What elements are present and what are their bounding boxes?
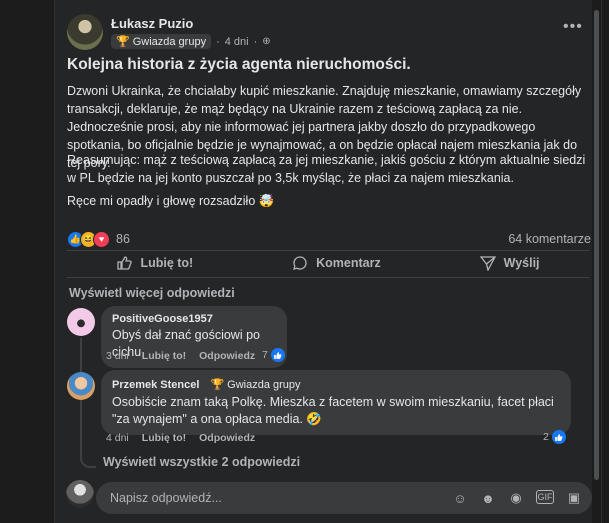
composer-tools: ☺ ☻ ◉ GIF ▣ <box>452 490 582 506</box>
more-options-icon[interactable]: ••• <box>563 18 583 36</box>
reaction-icons[interactable]: 👍 😆 ♥ <box>67 230 110 248</box>
reactions-summary: 👍 😆 ♥ 86 64 komentarze <box>67 230 591 248</box>
camera-icon[interactable]: ◉ <box>508 490 524 506</box>
author-avatar[interactable] <box>67 14 103 50</box>
separator-dot: · <box>216 35 220 48</box>
post-paragraph: Ręce mi opadły i głowę rozsadziło 🤯 <box>67 194 275 208</box>
thumbs-up-icon <box>551 430 566 444</box>
comment-actions: 3 dni Lubię to! Odpowiedz <box>106 350 255 362</box>
thread-curve <box>80 440 96 468</box>
privacy-globe-icon: ⊕ <box>262 36 271 47</box>
comment-time[interactable]: 3 dni <box>106 350 129 362</box>
thumbs-up-icon <box>117 256 133 270</box>
like-button[interactable]: Lubię to! <box>116 255 193 271</box>
like-count: 2 <box>543 431 549 443</box>
reply-composer: ☺ ☻ ◉ GIF ▣ <box>96 482 592 514</box>
post-time[interactable]: 4 dni <box>225 36 249 48</box>
scrollbar[interactable] <box>592 0 601 523</box>
commenter-avatar[interactable] <box>67 308 95 336</box>
badge-label: Gwiazda grupy <box>132 35 207 48</box>
comment-like-button[interactable]: Lubię to! <box>142 432 186 444</box>
post-title: Kolejna historia z życia agenta nierucho… <box>67 56 411 73</box>
commenter-avatar[interactable] <box>67 372 95 400</box>
share-label: Wyślij <box>503 256 540 270</box>
comment-time[interactable]: 4 dni <box>106 432 129 444</box>
commenter-name-row: Przemek Stencel 🏆 Gwiazda grupy <box>112 377 560 392</box>
separator-dot: · <box>253 35 258 48</box>
like-count: 7 <box>262 349 268 361</box>
top-fan-badge[interactable]: 🏆 Gwiazda grupy <box>205 377 306 392</box>
comment-count[interactable]: 64 komentarze <box>508 232 591 246</box>
comment-reply-button[interactable]: Odpowiedz <box>199 432 255 444</box>
top-fan-badge[interactable]: 🏆 Gwiazda grupy <box>111 34 212 49</box>
author-name[interactable]: Łukasz Puzio <box>111 16 193 31</box>
current-user-avatar[interactable] <box>66 480 94 508</box>
post-paragraph: Reasumując: mąż z teściową zapłacą za je… <box>67 153 586 185</box>
sticker-icon[interactable]: ▣ <box>566 490 582 506</box>
share-button[interactable]: Wyślij <box>479 255 540 271</box>
post-card: Łukasz Puzio 🏆 Gwiazda grupy · 4 dni · ⊕… <box>54 0 602 523</box>
post-meta: 🏆 Gwiazda grupy · 4 dni · ⊕ <box>111 34 271 49</box>
comment-like-button[interactable]: Lubię to! <box>142 350 186 362</box>
trophy-icon: 🏆 <box>210 379 225 391</box>
comment-bubble-icon <box>293 256 307 270</box>
view-more-replies-link[interactable]: Wyświetl więcej odpowiedzi <box>69 286 235 300</box>
emoji-icon[interactable]: ☻ <box>480 490 496 506</box>
commenter-name[interactable]: Przemek Stencel <box>112 379 199 391</box>
reaction-count[interactable]: 86 <box>116 232 130 246</box>
send-icon <box>479 256 496 271</box>
comment-bubble: Przemek Stencel 🏆 Gwiazda grupy Osobiści… <box>101 370 571 435</box>
comment-reaction-count[interactable]: 2 <box>543 430 566 444</box>
trophy-icon: 🏆 <box>116 36 130 48</box>
divider <box>67 277 589 278</box>
like-label: Lubię to! <box>140 256 194 270</box>
avatar-sticker-icon[interactable]: ☺ <box>452 490 468 506</box>
badge-label: Gwiazda grupy <box>227 378 301 391</box>
comment-text: Osobiście znam taką Polkę. Mieszka z fac… <box>112 395 554 426</box>
reply-input[interactable] <box>108 490 452 506</box>
gif-icon[interactable]: GIF <box>536 490 554 504</box>
comment-label: Komentarz <box>316 256 381 270</box>
post-actions: Lubię to! Komentarz Wyślij <box>67 252 589 274</box>
divider <box>67 250 589 251</box>
thumbs-up-icon <box>270 348 285 362</box>
commenter-name[interactable]: PositiveGoose1957 <box>112 313 276 325</box>
scrollbar-thumb[interactable] <box>594 10 599 480</box>
comment-actions: 4 dni Lubię to! Odpowiedz <box>106 432 255 444</box>
comment-reaction-count[interactable]: 7 <box>262 348 285 362</box>
comment-button[interactable]: Komentarz <box>292 255 381 271</box>
show-all-replies-link[interactable]: Wyświetl wszystkie 2 odpowiedzi <box>103 455 300 469</box>
comment-reply-button[interactable]: Odpowiedz <box>199 350 255 362</box>
love-reaction-icon: ♥ <box>93 230 110 248</box>
